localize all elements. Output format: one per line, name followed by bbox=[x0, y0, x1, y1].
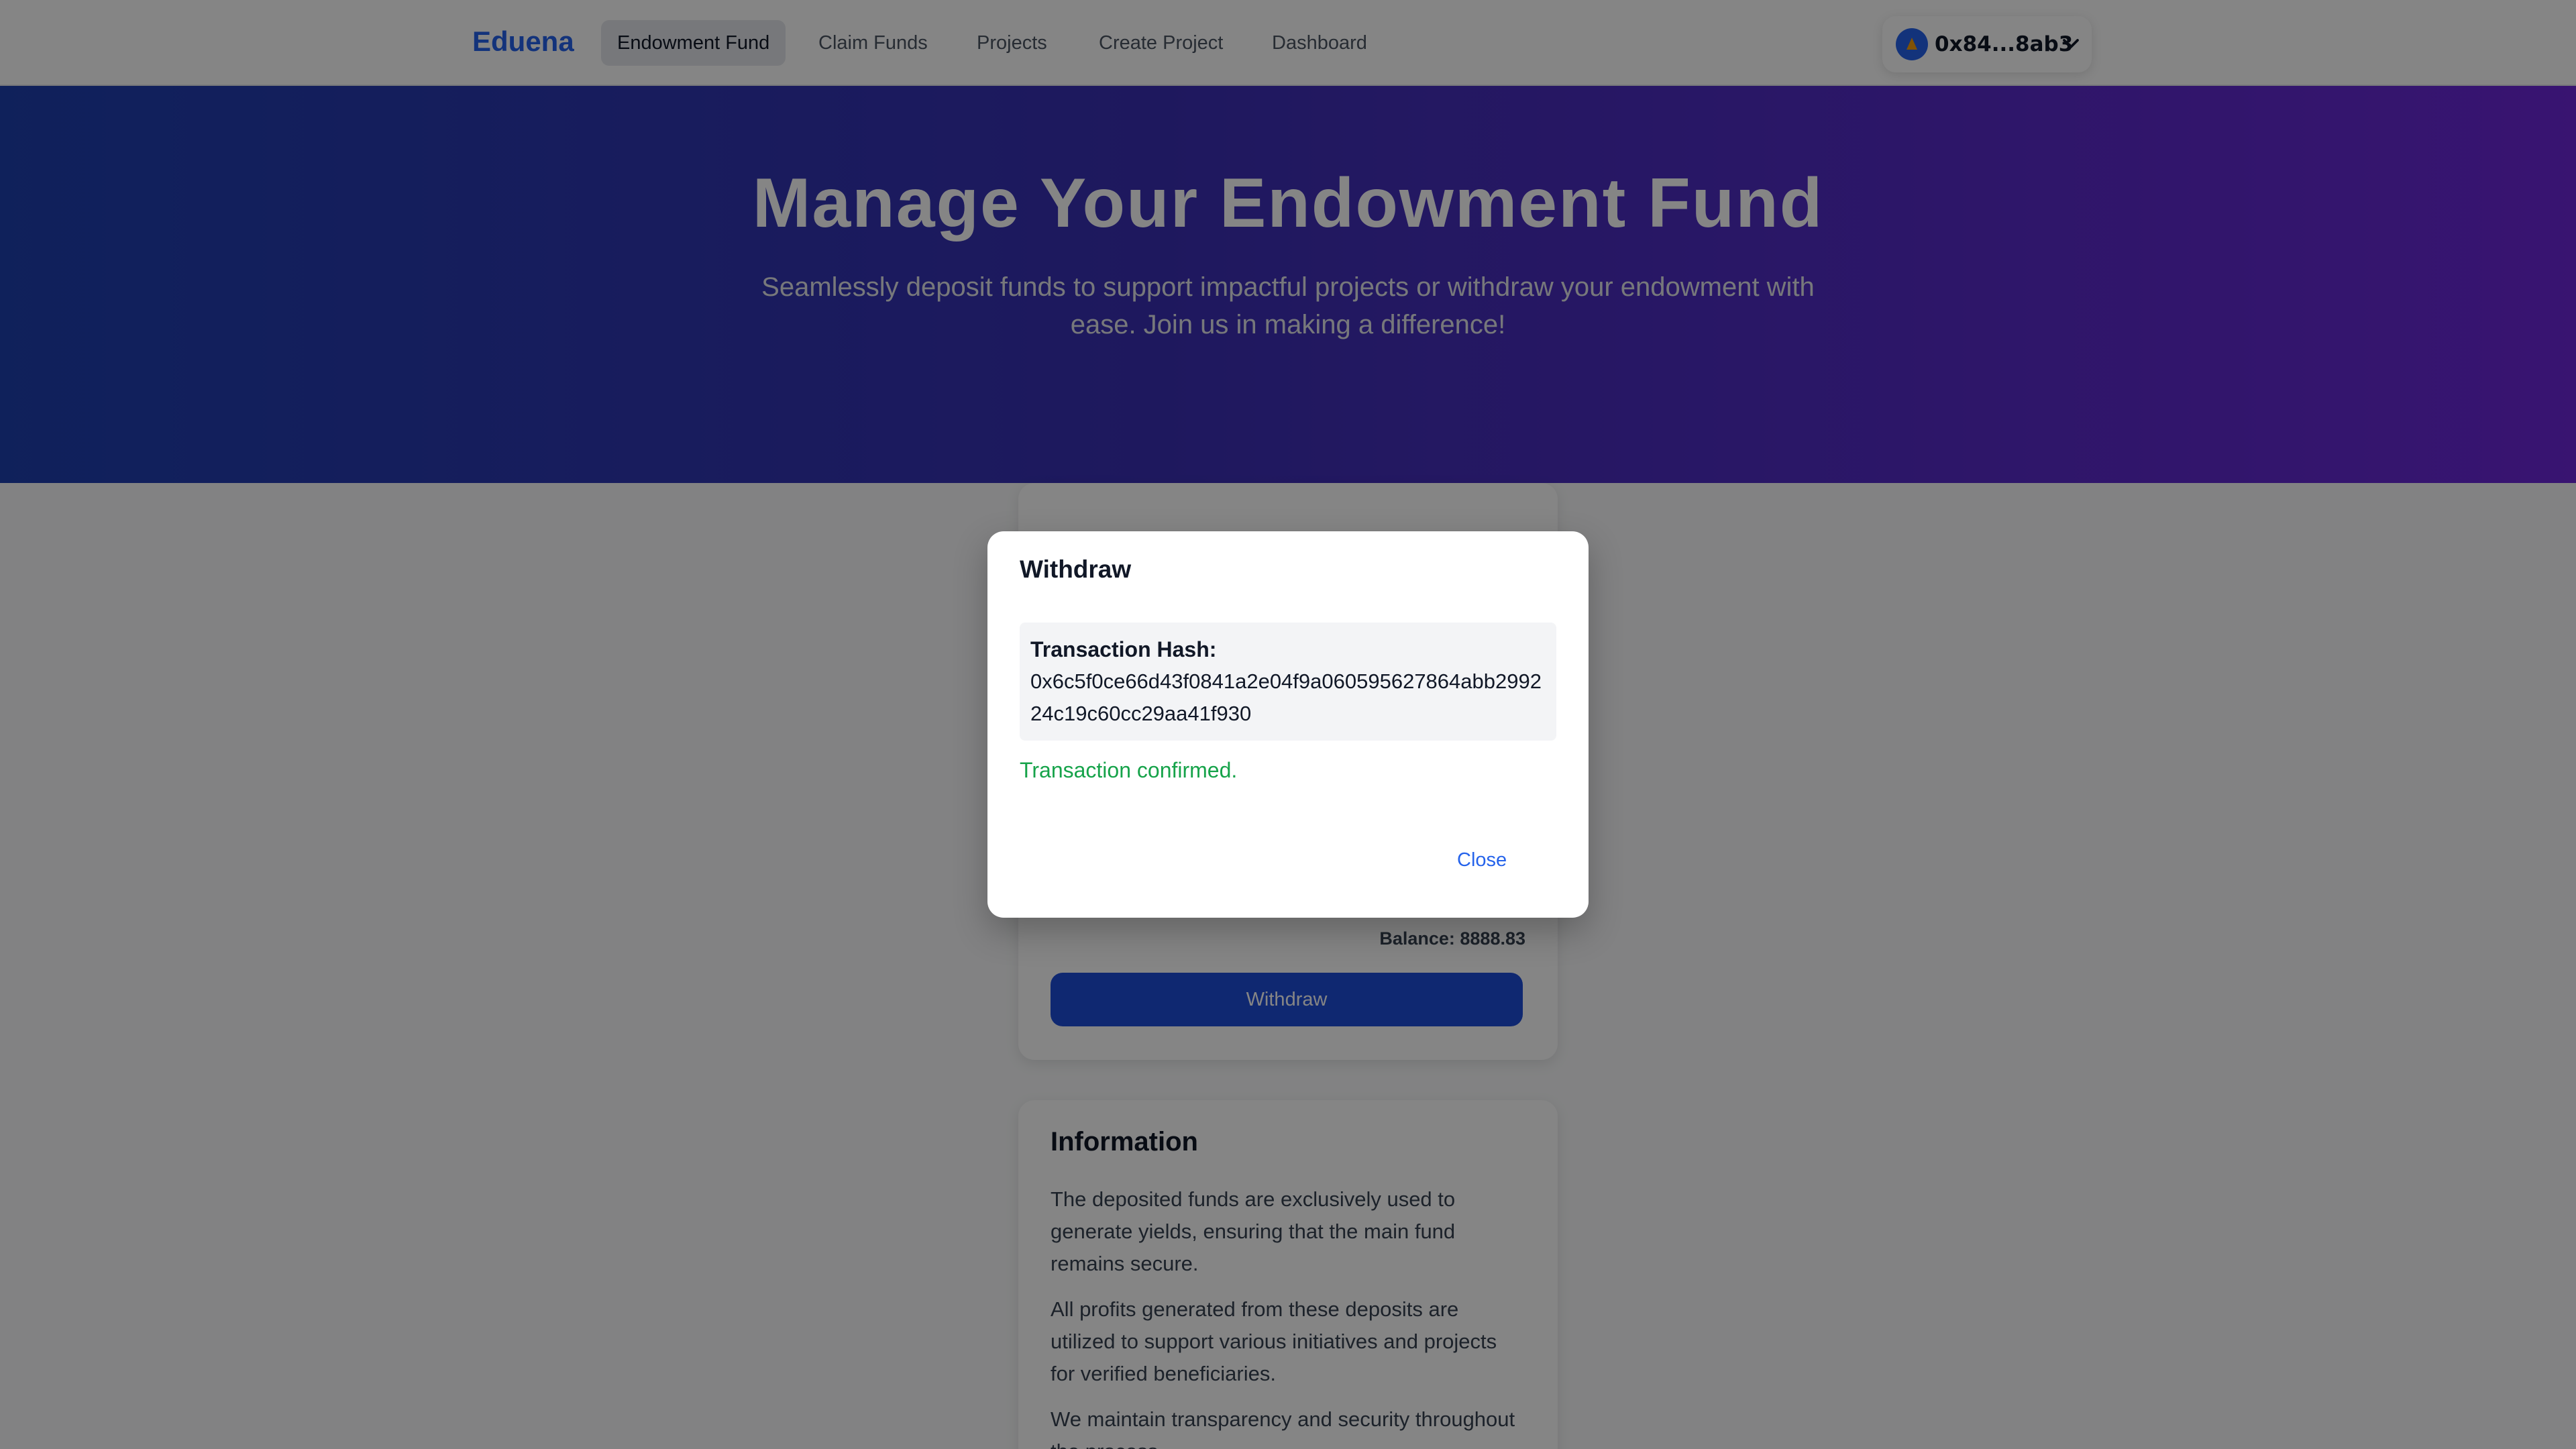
transaction-status: Transaction confirmed. bbox=[1020, 758, 1238, 782]
modal-title: Withdraw bbox=[1020, 555, 1132, 583]
transaction-hash-value: 0x6c5f0ce66d43f0841a2e04f9a060595627864a… bbox=[1030, 669, 1542, 725]
transaction-hash-box: Transaction Hash: 0x6c5f0ce66d43f0841a2e… bbox=[1020, 623, 1556, 741]
close-button[interactable]: Close bbox=[1457, 849, 1507, 871]
transaction-hash-label: Transaction Hash: bbox=[1030, 637, 1217, 661]
